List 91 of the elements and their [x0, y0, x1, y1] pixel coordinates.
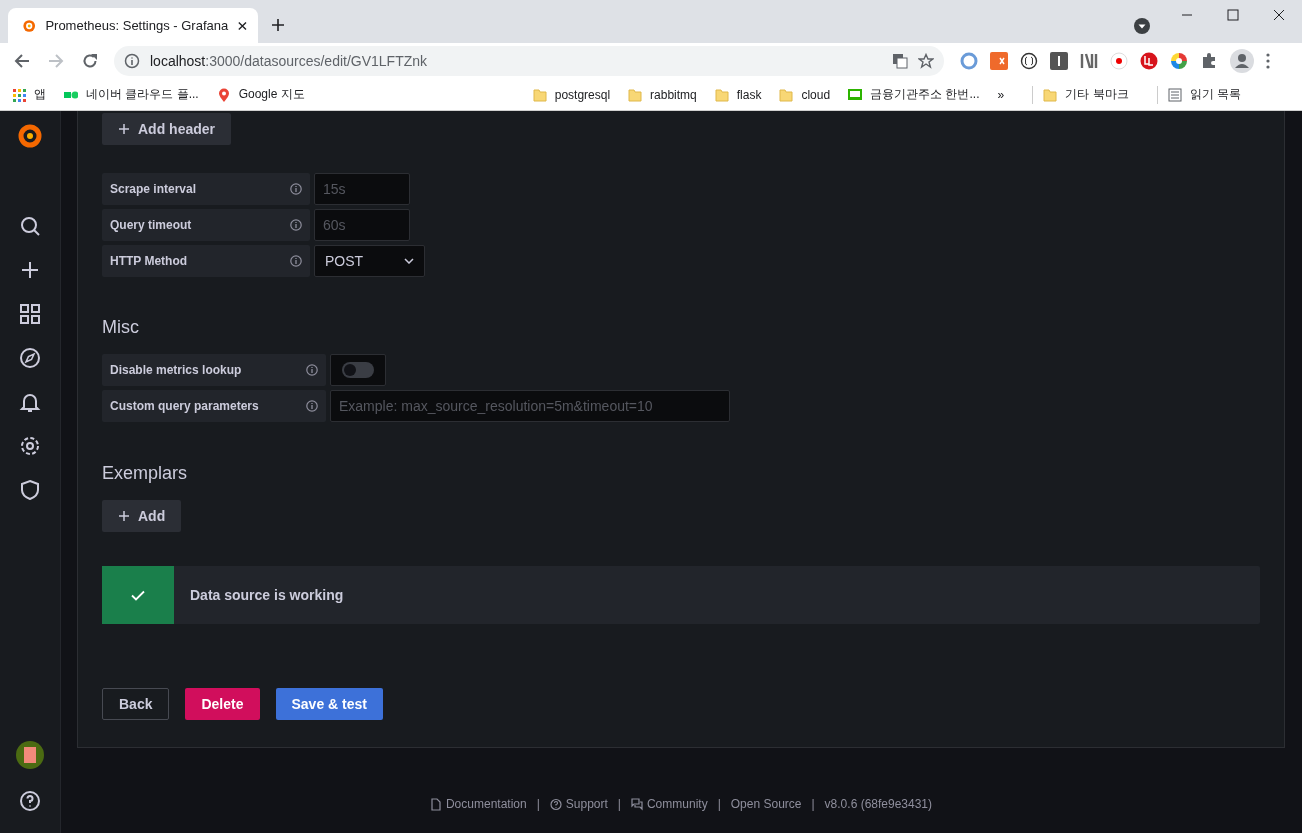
bookmark-link[interactable]: cloud [779, 87, 831, 102]
version-text: v8.0.6 (68fe9e3431) [824, 797, 933, 811]
info-icon[interactable] [290, 183, 302, 195]
reload-icon[interactable] [82, 53, 98, 69]
field-label: Custom query parameters [102, 390, 326, 422]
field-label: Query timeout [102, 209, 310, 241]
tab-title: Prometheus: Settings - Grafana [45, 18, 229, 33]
info-icon[interactable] [290, 219, 302, 231]
document-icon [429, 797, 442, 811]
footer-link[interactable]: Documentation [429, 797, 527, 811]
star-icon[interactable] [918, 53, 934, 69]
user-avatar-icon[interactable] [16, 741, 44, 769]
back-arrow-icon[interactable] [14, 53, 30, 69]
blog-icon [848, 87, 863, 102]
plus-icon[interactable] [271, 18, 285, 32]
puzzle-icon[interactable] [1200, 52, 1218, 70]
field-label: HTTP Method [102, 245, 310, 277]
separator: | [811, 797, 815, 811]
input-field[interactable]: Example: max_source_resolution=5m&timeout=10 [330, 390, 730, 422]
bookmark-link[interactable]: 네이버 클라우드 플... [64, 86, 199, 103]
folder-icon [1043, 87, 1058, 102]
url-text: localhost:3000/datasources/edit/GV1LFTZnk [150, 53, 429, 69]
section-heading: Exemplars [102, 463, 189, 484]
reading-list-link[interactable]: 읽기 목록 [1167, 86, 1241, 103]
field-label: Disable metrics lookup [102, 354, 326, 386]
separator: | [717, 797, 721, 811]
check-icon [131, 589, 145, 601]
add-button[interactable]: Add header [102, 113, 231, 145]
address-bar[interactable]: localhost:3000/datasources/edit/GV1LFTZnk [114, 46, 944, 76]
input-field[interactable]: 15s [314, 173, 410, 205]
plus-icon [118, 123, 130, 135]
bookmark-link[interactable]: flask [714, 87, 762, 102]
map-pin-icon [216, 87, 231, 102]
alert-message: Data source is working [190, 587, 344, 603]
compass-icon[interactable] [18, 346, 42, 370]
save-test-button[interactable]: Save & test [275, 688, 383, 720]
overflow-chevron[interactable]: » [997, 87, 1005, 102]
list-icon [1167, 87, 1182, 102]
translate-icon[interactable] [892, 53, 908, 69]
bookmark-link[interactable]: 기타 북마크 [1043, 86, 1129, 103]
stripes-icon[interactable] [1080, 52, 1098, 70]
close-icon[interactable] [237, 19, 248, 32]
add-button[interactable]: Add [102, 500, 182, 532]
field-label: Scrape interval [102, 173, 310, 205]
plus-icon [118, 510, 130, 522]
help-icon [549, 797, 562, 811]
grafana-logo-icon[interactable] [18, 124, 42, 148]
browser-tab[interactable]: Prometheus: Settings - Grafana [8, 8, 258, 43]
toggle-switch[interactable] [342, 362, 374, 378]
chat-icon [630, 797, 643, 811]
grid-icon[interactable] [18, 302, 42, 326]
info-icon[interactable] [306, 364, 318, 376]
folder-icon [779, 87, 794, 102]
dropdown-icon[interactable] [1134, 18, 1150, 34]
bookmark-link[interactable]: Google 지도 [216, 86, 305, 103]
round-logo-icon[interactable] [1140, 52, 1158, 70]
info-icon[interactable] [124, 53, 140, 69]
braces-icon[interactable] [1020, 52, 1038, 70]
info-icon[interactable] [290, 255, 302, 267]
footer-link[interactable]: Open Source [730, 797, 802, 811]
bookmark-link[interactable]: 금융기관주소 한번... [848, 86, 980, 103]
record-icon[interactable] [1110, 52, 1128, 70]
footer-link[interactable]: Support [549, 797, 608, 811]
bookmark-link[interactable]: 앱 [12, 86, 46, 103]
separator: | [617, 797, 621, 811]
grafana-logo-icon [22, 17, 37, 34]
folder-icon [714, 87, 729, 102]
bookmark-link[interactable]: rabbitmq [628, 87, 697, 102]
bar-icon[interactable] [1050, 52, 1068, 70]
settings-icon[interactable] [18, 434, 42, 458]
ring-icon[interactable] [960, 52, 978, 70]
section-heading: Misc [102, 317, 140, 338]
menu-icon[interactable] [1266, 53, 1270, 69]
separator: | [536, 797, 540, 811]
info-icon[interactable] [306, 400, 318, 412]
search-icon[interactable] [18, 214, 42, 238]
chevron-down-icon [404, 258, 414, 264]
shield-icon[interactable] [18, 478, 42, 502]
select-field[interactable]: POST [314, 245, 425, 277]
delete-button[interactable]: Delete [185, 688, 260, 720]
color-wheel-icon[interactable] [1170, 52, 1188, 70]
ex-icon[interactable] [990, 52, 1008, 70]
input-field[interactable]: 60s [314, 209, 410, 241]
footer-link[interactable]: Community [630, 797, 708, 811]
folder-icon [532, 87, 547, 102]
folder-icon [628, 87, 643, 102]
bookmark-link[interactable]: postgresql [532, 87, 611, 102]
apps-grid-icon [12, 87, 26, 102]
help-icon[interactable] [18, 789, 42, 813]
back-button[interactable]: Back [102, 688, 170, 720]
avatar-icon[interactable] [1230, 49, 1254, 73]
